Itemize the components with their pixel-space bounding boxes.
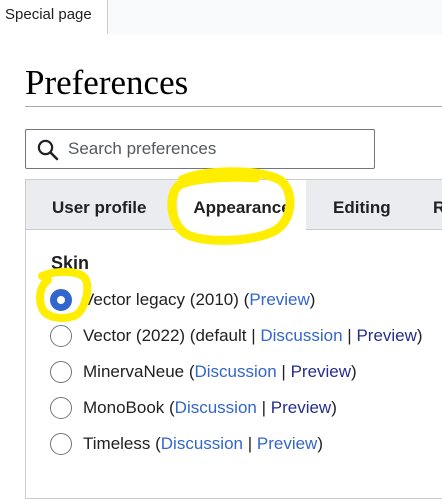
skin-option-vector-2022[interactable]: Vector (2022) (default | Discussion | Pr…	[50, 323, 423, 349]
top-tab-strip: Special page	[0, 0, 442, 34]
preview-link[interactable]: Preview	[291, 362, 351, 381]
skin-option-timeless[interactable]: Timeless (Discussion | Preview)	[50, 431, 323, 457]
page-title: Preferences	[25, 63, 189, 102]
search-box[interactable]	[25, 129, 375, 169]
skin-option-minervaneue[interactable]: MinervaNeue (Discussion | Preview)	[50, 359, 357, 385]
skin-option-label: Timeless (Discussion | Preview)	[83, 434, 323, 453]
preview-link[interactable]: Preview	[249, 290, 309, 309]
tab-editing[interactable]: Editing	[333, 180, 391, 229]
special-page-tab-label: Special page	[5, 6, 92, 23]
special-page-tab[interactable]: Special page	[0, 0, 108, 34]
preview-link[interactable]: Preview	[257, 434, 317, 453]
preferences-tabs: User profile Appearance Editing R	[26, 180, 442, 230]
skin-option-vector-legacy[interactable]: Vector legacy (2010) (Preview)	[50, 287, 315, 313]
discussion-link[interactable]: Discussion	[195, 362, 277, 381]
discussion-link[interactable]: Discussion	[175, 398, 257, 417]
tab-user-profile[interactable]: User profile	[52, 180, 146, 229]
tab-appearance[interactable]: Appearance	[178, 180, 306, 230]
tab-next-partial[interactable]: R	[433, 180, 442, 229]
search-input[interactable]	[68, 135, 368, 163]
skin-option-monobook[interactable]: MonoBook (Discussion | Preview)	[50, 395, 337, 421]
skin-radio-monobook[interactable]	[50, 397, 72, 419]
discussion-link[interactable]: Discussion	[161, 434, 243, 453]
discussion-link[interactable]: Discussion	[260, 326, 342, 345]
preview-link[interactable]: Preview	[271, 398, 331, 417]
skin-option-label: Vector legacy (2010) (Preview)	[83, 290, 316, 309]
skin-option-label: MinervaNeue (Discussion | Preview)	[83, 362, 357, 381]
skin-radio-vector-2022[interactable]	[50, 325, 72, 347]
skin-radio-vector-legacy[interactable]	[50, 289, 72, 311]
skin-radio-timeless[interactable]	[50, 433, 72, 455]
preview-link[interactable]: Preview	[356, 326, 416, 345]
skin-section-title: Skin	[51, 253, 90, 273]
skin-option-label: MonoBook (Discussion | Preview)	[83, 398, 337, 417]
skin-option-label: Vector (2022) (default | Discussion | Pr…	[83, 326, 423, 345]
title-divider	[25, 106, 442, 107]
search-icon	[37, 139, 59, 161]
skin-radio-minervaneue[interactable]	[50, 361, 72, 383]
